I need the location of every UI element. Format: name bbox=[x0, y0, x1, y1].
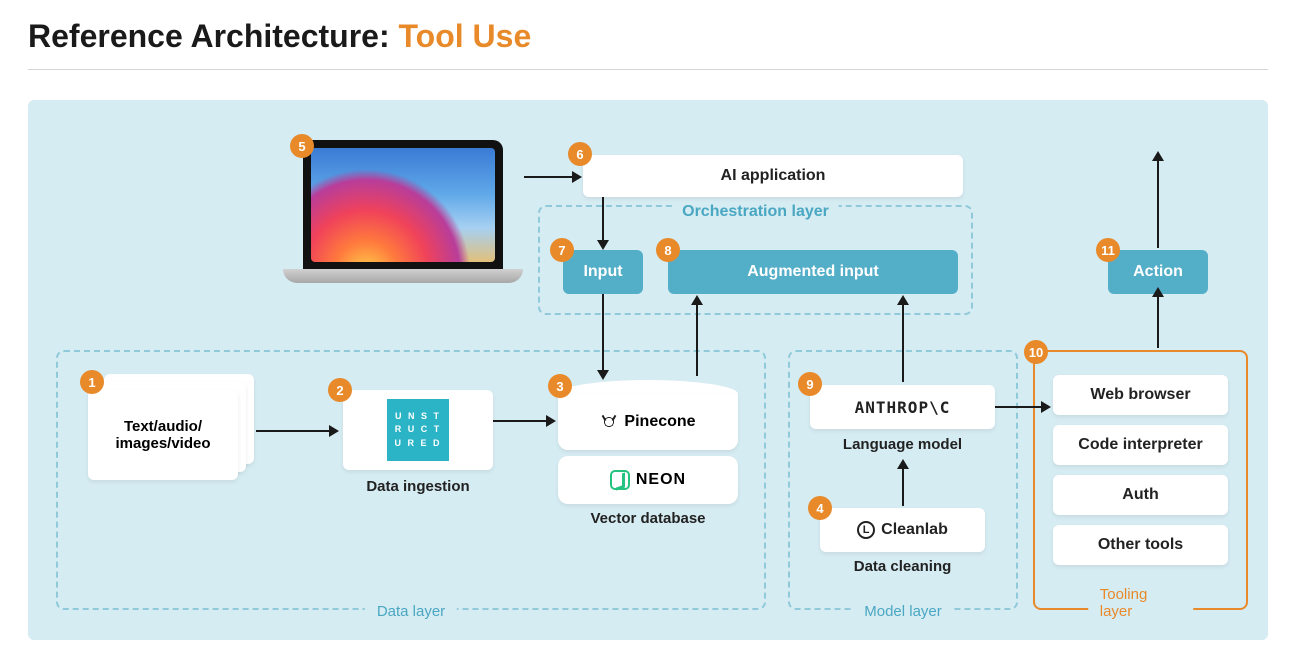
unstructured-logo: U N S T R U C T U R E D bbox=[387, 399, 449, 461]
arrowhead-ingestion-to-db bbox=[546, 415, 556, 427]
arrow-lm-to-tooling bbox=[995, 406, 1043, 408]
auth-label: Auth bbox=[1122, 486, 1158, 504]
badge-9: 9 bbox=[798, 372, 822, 396]
web-browser-label: Web browser bbox=[1090, 386, 1190, 404]
cleanlab-mark-icon: L bbox=[857, 521, 875, 539]
pinecone-mark-icon bbox=[600, 413, 618, 431]
code-interpreter-label: Code interpreter bbox=[1078, 436, 1202, 454]
media-docs-label: Text/audio/ images/video bbox=[115, 418, 210, 452]
input-box: Input bbox=[563, 250, 643, 294]
badge-4: 4 bbox=[808, 496, 832, 520]
unstructured-logo-l1: U N S T bbox=[395, 410, 441, 424]
neon-logo: NEON bbox=[610, 470, 686, 490]
code-interpreter-box: Code interpreter bbox=[1053, 425, 1228, 465]
laptop-icon bbox=[283, 140, 523, 300]
vector-database-stack: Pinecone NEON bbox=[558, 380, 738, 504]
arrow-input-to-db bbox=[602, 294, 604, 372]
cleanlab-label: Cleanlab bbox=[881, 521, 948, 539]
badge-2: 2 bbox=[328, 378, 352, 402]
pinecone-logo: Pinecone bbox=[600, 413, 695, 431]
badge-10: 10 bbox=[1024, 340, 1048, 364]
pinecone-label: Pinecone bbox=[624, 413, 695, 431]
anthropic-logo: ANTHROP\C bbox=[855, 398, 951, 417]
arrowhead-cleaning-to-lm bbox=[897, 459, 909, 469]
arrow-db-to-aug bbox=[696, 304, 698, 376]
augmented-input-box: Augmented input bbox=[668, 250, 958, 294]
arrowhead-lm-to-aug bbox=[897, 295, 909, 305]
arrowhead-app-to-input bbox=[597, 240, 609, 250]
unstructured-logo-l3: U R E D bbox=[394, 437, 441, 451]
arrowhead-action-up bbox=[1152, 151, 1164, 161]
title-underline bbox=[28, 69, 1268, 70]
badge-11: 11 bbox=[1096, 238, 1120, 262]
web-browser-box: Web browser bbox=[1053, 375, 1228, 415]
badge-5: 5 bbox=[290, 134, 314, 158]
anthropic-label: ANTHROP\C bbox=[855, 398, 951, 417]
other-tools-label: Other tools bbox=[1098, 536, 1183, 554]
vector-database-caption: Vector database bbox=[558, 510, 738, 527]
badge-6: 6 bbox=[568, 142, 592, 166]
other-tools-box: Other tools bbox=[1053, 525, 1228, 565]
model-layer-label: Model layer bbox=[852, 603, 954, 620]
input-label: Input bbox=[583, 263, 622, 281]
ai-application-label: AI application bbox=[721, 167, 826, 185]
arrowhead-docs-to-ingestion bbox=[329, 425, 339, 437]
neon-label: NEON bbox=[636, 471, 686, 489]
arrow-lm-to-aug bbox=[902, 304, 904, 382]
neon-mark-icon bbox=[610, 470, 630, 490]
orchestration-layer-label: Orchestration layer bbox=[672, 203, 839, 221]
ai-application-box: AI application bbox=[583, 155, 963, 197]
language-model-box: ANTHROP\C bbox=[810, 385, 995, 429]
data-layer-label: Data layer bbox=[365, 603, 457, 620]
arrowhead-laptop-to-app bbox=[572, 171, 582, 183]
title-prefix: Reference Architecture: bbox=[28, 18, 399, 54]
language-model-caption: Language model bbox=[810, 436, 995, 453]
arrowhead-db-to-aug bbox=[691, 295, 703, 305]
arrow-docs-to-ingestion bbox=[256, 430, 331, 432]
arrowhead-input-to-db bbox=[597, 370, 609, 380]
badge-8: 8 bbox=[656, 238, 680, 262]
badge-1: 1 bbox=[80, 370, 104, 394]
arrow-laptop-to-app bbox=[524, 176, 574, 178]
arrowhead-lm-to-tooling bbox=[1041, 401, 1051, 413]
augmented-input-label: Augmented input bbox=[747, 263, 879, 281]
arrow-ingestion-to-db bbox=[493, 420, 548, 422]
data-ingestion-box: U N S T R U C T U R E D bbox=[343, 390, 493, 470]
page-title: Reference Architecture: Tool Use bbox=[0, 0, 1303, 69]
arrow-cleaning-to-lm bbox=[902, 468, 904, 506]
arrow-tooling-to-action bbox=[1157, 296, 1159, 348]
tooling-layer-label: Tooling layer bbox=[1088, 586, 1194, 620]
data-ingestion-caption: Data ingestion bbox=[343, 478, 493, 495]
arrowhead-tooling-to-action bbox=[1152, 287, 1164, 297]
auth-box: Auth bbox=[1053, 475, 1228, 515]
cleanlab-logo: L Cleanlab bbox=[857, 521, 948, 539]
diagram-canvas: Orchestration layer Data layer Model lay… bbox=[28, 100, 1268, 640]
unstructured-logo-l2: R U C T bbox=[395, 423, 442, 437]
action-label: Action bbox=[1133, 263, 1183, 281]
badge-3: 3 bbox=[548, 374, 572, 398]
badge-7: 7 bbox=[550, 238, 574, 262]
arrow-action-up bbox=[1157, 160, 1159, 248]
data-cleaning-box: L Cleanlab bbox=[820, 508, 985, 552]
arrow-app-to-input bbox=[602, 197, 604, 242]
data-cleaning-caption: Data cleaning bbox=[820, 558, 985, 575]
title-accent: Tool Use bbox=[399, 18, 532, 54]
